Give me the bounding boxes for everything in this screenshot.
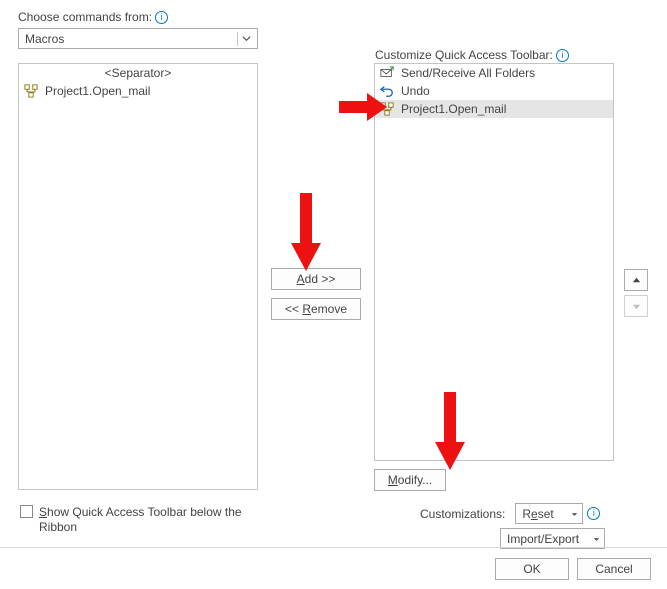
import-export-dropdown[interactable]: Import/Export bbox=[500, 528, 605, 549]
customize-qat-label: Customize Quick Access Toolbar: bbox=[375, 48, 553, 62]
macro-icon bbox=[23, 83, 39, 99]
choose-commands-dropdown[interactable]: Macros bbox=[18, 28, 258, 49]
list-item[interactable]: Project1.Open_mail bbox=[19, 82, 257, 100]
add-button[interactable]: Add >> bbox=[271, 268, 361, 290]
sendreceive-icon bbox=[379, 65, 395, 81]
reset-dropdown[interactable]: Reset bbox=[515, 503, 583, 524]
modify-button[interactable]: Modify... bbox=[374, 469, 446, 491]
move-down-button[interactable] bbox=[624, 295, 648, 317]
list-item-label: Send/Receive All Folders bbox=[401, 66, 535, 80]
undo-icon bbox=[379, 83, 395, 99]
separator-label: <Separator> bbox=[105, 66, 172, 80]
info-icon[interactable]: i bbox=[587, 507, 600, 520]
chevron-down-icon bbox=[571, 507, 578, 521]
reset-value: Reset bbox=[522, 507, 553, 521]
qat-commands-list[interactable]: Send/Receive All Folders Undo bbox=[374, 63, 614, 461]
cancel-button[interactable]: Cancel bbox=[577, 558, 651, 580]
macro-icon bbox=[379, 101, 395, 117]
import-export-value: Import/Export bbox=[507, 532, 579, 546]
remove-button[interactable]: << Remove bbox=[271, 298, 361, 320]
list-item[interactable]: Project1.Open_mail bbox=[375, 100, 613, 118]
separator-item[interactable]: <Separator> bbox=[19, 64, 257, 82]
move-up-button[interactable] bbox=[624, 269, 648, 291]
show-qat-below-checkbox[interactable] bbox=[20, 505, 33, 518]
chevron-down-icon bbox=[593, 532, 600, 546]
choose-commands-label: Choose commands from: bbox=[18, 10, 152, 24]
list-item-label: Project1.Open_mail bbox=[45, 84, 150, 98]
add-label: dd >> bbox=[305, 272, 336, 286]
chevron-down-icon bbox=[237, 32, 253, 46]
list-item-label: Project1.Open_mail bbox=[401, 102, 506, 116]
info-icon[interactable]: i bbox=[155, 11, 168, 24]
list-item[interactable]: Send/Receive All Folders bbox=[375, 64, 613, 82]
show-qat-below-label: Show Quick Access Toolbar below the Ribb… bbox=[39, 505, 250, 535]
customizations-label: Customizations: bbox=[420, 507, 505, 521]
info-icon[interactable]: i bbox=[556, 49, 569, 62]
choose-commands-value: Macros bbox=[25, 32, 64, 46]
list-item[interactable]: Undo bbox=[375, 82, 613, 100]
ok-button[interactable]: OK bbox=[495, 558, 569, 580]
available-commands-list[interactable]: <Separator> Project1.Open_mail bbox=[18, 63, 258, 490]
list-item-label: Undo bbox=[401, 84, 430, 98]
